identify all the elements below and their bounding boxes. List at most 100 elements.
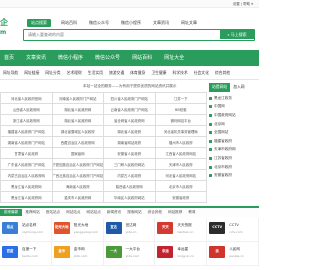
grid-link[interactable]: 福建省人民政府门户网站: [1, 126, 53, 137]
side-tab[interactable]: 站提网站: [209, 83, 231, 92]
search-tab[interactable]: 站点搜索: [27, 19, 51, 27]
grid-link[interactable]: 云南省人民政府门户网站: [104, 104, 156, 115]
subnav-item[interactable]: 生活实用: [85, 70, 106, 76]
category-tab[interactable]: 推荐网站: [22, 210, 42, 215]
category-tab[interactable]: 综合其他: [145, 210, 165, 215]
site-card[interactable]: 百度 百度一下 baidu.com: [0, 242, 52, 266]
nav-item[interactable]: 微信小程序: [52, 50, 89, 66]
grid-link[interactable]: BB班驱: [155, 104, 207, 115]
grid-link[interactable]: 河北省人民政府网站: [155, 170, 207, 181]
subnav-item[interactable]: 综合其他: [212, 70, 233, 76]
grid-link[interactable]: 河南省人民政府门户网站: [52, 93, 104, 104]
grid-link[interactable]: 湖北省雪域区人民政府: [52, 126, 104, 137]
search-tab[interactable]: 微信小程序: [119, 19, 143, 27]
grid-link[interactable]: 陕西省人民政府网: [104, 181, 156, 192]
side-tab[interactable]: 加入网: [230, 83, 247, 92]
site-logo[interactable]: 企 m: [0, 18, 18, 40]
subnav-item[interactable]: 网址导航: [0, 70, 21, 76]
grid-link[interactable]: 湖北省人民政府网: [52, 115, 104, 126]
side-list-item[interactable]: 黑龙江政务: [209, 94, 259, 103]
category-tab[interactable]: 新闻资讯: [104, 210, 124, 215]
grid-link[interactable]: 江苏一下: [155, 93, 207, 104]
grid-link[interactable]: 河北省机关事务管理局: [155, 126, 207, 137]
site-card[interactable]: 金币 金币网 jinbi.com: [51, 242, 104, 266]
grid-link[interactable]: 黑龙江省人民政府网: [1, 181, 53, 192]
site-card[interactable]: 天天 天天快报 tiantian.cn: [155, 218, 208, 242]
grid-link[interactable]: 西藏自治区人民政府网: [52, 137, 104, 148]
side-list-item[interactable]: 安徽省政府: [209, 171, 259, 180]
subnav-item[interactable]: 社会文化: [191, 70, 212, 76]
grid-link[interactable]: 山西省人民政府网: [1, 104, 53, 115]
site-card[interactable]: CCTV CCTV cctv.com: [207, 218, 259, 242]
nav-item[interactable]: 网址大全: [158, 50, 190, 66]
grid-link[interactable]: 湖南省人民政府门户网站: [1, 137, 53, 148]
side-list-item[interactable]: 江苏省政府: [209, 154, 259, 163]
grid-link[interactable]: 北京市人民政府: [155, 181, 207, 192]
site-card[interactable]: 易点 站点名称 xiyimong.com: [0, 218, 52, 242]
grid-link[interactable]: 四川省人民政府门户网站: [104, 93, 156, 104]
grid-link[interactable]: 河北省人民政府官网: [1, 93, 53, 104]
grid-link[interactable]: 安徽省政府: [155, 192, 207, 203]
top-links[interactable]: 设置 | 帮助 ▾: [233, 2, 253, 7]
grid-link[interactable]: 湖南省网站政府: [104, 137, 156, 148]
search-tab[interactable]: 微信公众号: [87, 19, 111, 27]
grid-link[interactable]: 湖北省人民政府: [104, 126, 156, 137]
grid-link[interactable]: 湖北省人民政府网: [52, 104, 104, 115]
grid-link[interactable]: 福州市人民政府: [155, 137, 207, 148]
grid-link[interactable]: 广东省人民政府门户网站: [1, 159, 53, 170]
site-card[interactable]: 阳光大地 阳光大地 yangguang.com: [51, 218, 104, 242]
grid-link[interactable]: 黑龙江省人民政府网: [1, 192, 53, 203]
subnav-item[interactable]: 旅游交通: [106, 70, 127, 76]
subnav-item[interactable]: 卫生健康: [148, 70, 169, 76]
site-card[interactable]: 一大 一大平台 yida.com: [103, 242, 156, 266]
site-card[interactable]: 幸运 幸运星 xingyun.cn: [155, 242, 208, 266]
search-button[interactable]: ⌕ 马上搜索: [220, 30, 254, 39]
category-tab[interactable]: 搜索网站: [124, 210, 144, 215]
link-grid: 河北省人民政府官网 河南省人民政府门户网站 四川省人民政府门户网站 江苏一下山西省人民…: [0, 92, 207, 203]
nav-item[interactable]: 首页: [0, 50, 20, 66]
grid-link[interactable]: 国家级网: [52, 148, 104, 159]
subnav-item[interactable]: 网址链接: [21, 70, 42, 76]
subnav-item[interactable]: 体育健身: [127, 70, 148, 76]
grid-link[interactable]: 江西省人民政府网站: [155, 148, 207, 159]
side-list-item[interactable]: 北京市政府: [209, 163, 259, 172]
grid-link[interactable]: 海南省人民政府: [52, 181, 104, 192]
search-tab[interactable]: 网址文章: [179, 19, 199, 27]
grid-link[interactable]: 天津市人民政府: [155, 159, 207, 170]
side-list-item[interactable]: 福建省政府: [209, 137, 259, 146]
category-tab[interactable]: 首站站点: [43, 210, 63, 215]
site-card[interactable]: 宜达 宜达网 yida.cn: [103, 218, 156, 242]
grid-link[interactable]: 三门峡人民政府网站: [104, 159, 156, 170]
side-list-item[interactable]: 天津市政府网: [209, 146, 259, 155]
subnav-item[interactable]: 科学技术: [170, 70, 191, 76]
subnav-item[interactable]: 艺术理财: [64, 70, 85, 76]
search-input[interactable]: [24, 30, 220, 39]
grid-link[interactable]: 宁夏回族自治区人民政府门户网站: [52, 159, 104, 170]
category-tab[interactable]: 前来最新: [0, 209, 23, 216]
category-tab[interactable]: 教育: [185, 210, 198, 215]
grid-link[interactable]: 安徽省人民政府: [104, 148, 156, 159]
grid-link[interactable]: 浙江省人民政府网: [1, 115, 53, 126]
nav-item[interactable]: 文章资讯: [20, 50, 52, 66]
subnav-item[interactable]: 网址分类: [42, 70, 63, 76]
grid-link[interactable]: 微利网站平台: [155, 115, 207, 126]
grid-link[interactable]: 重庆市人民政府网: [52, 192, 104, 203]
nav-item[interactable]: 网站百科: [126, 50, 158, 66]
grid-link[interactable]: 甘肃省人民政府: [1, 148, 53, 159]
site-card[interactable]: 民人民网 people.cn: [207, 242, 259, 266]
grid-link[interactable]: 华南区人民政府网站: [104, 192, 156, 203]
side-list-item[interactable]: 中国政府网站: [209, 111, 259, 120]
grid-link[interactable]: 广西壮族自治区人民政府门户网站: [52, 170, 104, 181]
grid-link[interactable]: 内蒙古自治区人民政府网: [1, 170, 53, 181]
category-tab[interactable]: 网站推荐: [165, 210, 185, 215]
side-list-item[interactable]: 北京网: [209, 120, 259, 129]
search-tab[interactable]: 文章资讯: [151, 19, 171, 27]
search-tab[interactable]: 网站百科: [59, 19, 79, 27]
grid-link[interactable]: 省全网省人民政府网: [104, 115, 156, 126]
grid-link[interactable]: 内蒙古人民政府: [104, 170, 156, 181]
side-list-item[interactable]: 中国网: [209, 103, 259, 112]
nav-item[interactable]: 微信公众号: [89, 50, 126, 66]
side-list-item[interactable]: 全国网站: [209, 128, 259, 137]
category-tab[interactable]: 网站站点: [84, 210, 104, 215]
category-tab[interactable]: 网站站点: [63, 210, 83, 215]
